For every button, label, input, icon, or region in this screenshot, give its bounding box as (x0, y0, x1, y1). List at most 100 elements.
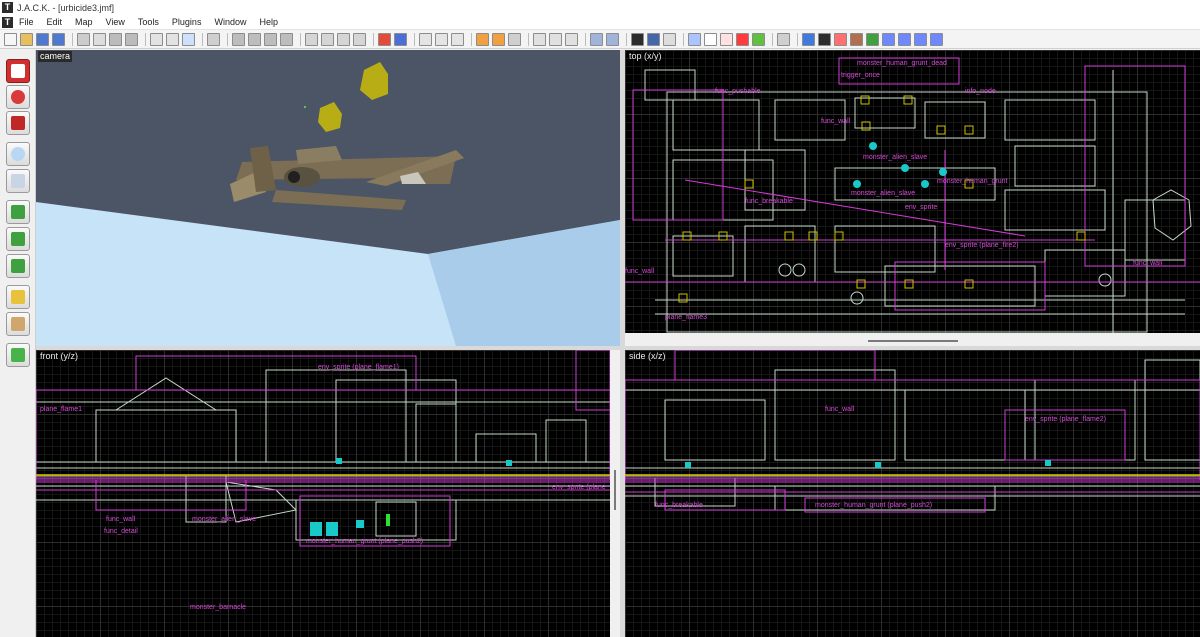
side-viewport[interactable]: side (x/z) env_sprite (plane_flame2) fun… (625, 350, 1200, 637)
ungroup-icon[interactable] (166, 32, 179, 46)
delete-icon[interactable] (565, 32, 578, 46)
align-right-icon[interactable] (248, 32, 261, 46)
document-menu-icon[interactable]: T (2, 16, 13, 28)
zoom-tool-icon[interactable] (777, 32, 790, 46)
single-view-icon[interactable] (663, 32, 676, 46)
menu-edit[interactable]: Edit (47, 17, 63, 27)
rotate-icon[interactable] (337, 32, 350, 46)
entity-tool-button[interactable] (6, 142, 30, 166)
ignore-groups-icon[interactable] (451, 32, 464, 46)
compile-run-icon[interactable] (802, 32, 815, 46)
copy-icon[interactable] (533, 32, 546, 46)
show-clip-icon[interactable] (914, 32, 927, 46)
save-icon[interactable] (36, 32, 49, 46)
paste-icon[interactable] (549, 32, 562, 46)
menu-tools[interactable]: Tools (138, 17, 159, 27)
select-all-icon[interactable] (419, 32, 432, 46)
flip-horizontal-icon[interactable] (305, 32, 318, 46)
move-to-world-icon[interactable] (394, 32, 407, 46)
show-trigger-icon[interactable] (930, 32, 943, 46)
entity-label: func_pushable (715, 88, 761, 95)
select-touching-icon[interactable] (435, 32, 448, 46)
menu-view[interactable]: View (106, 17, 125, 27)
camera-tool-button[interactable] (6, 111, 30, 135)
horizontal-splitter[interactable] (36, 346, 1200, 350)
side-viewport-label: side (x/z) (629, 351, 666, 361)
toggle-brushes-icon[interactable] (752, 32, 765, 46)
camera-icon (11, 116, 25, 130)
entity-label: monster_alien_slave (851, 190, 916, 197)
magnifier-icon (11, 90, 25, 104)
menu-map[interactable]: Map (75, 17, 93, 27)
toggle-skip-icon[interactable] (704, 32, 717, 46)
toggle-lock-icon[interactable] (720, 32, 733, 46)
3d-grid-icon[interactable] (93, 32, 106, 46)
menu-help[interactable]: Help (259, 17, 278, 27)
texture-apply-icon[interactable] (606, 32, 619, 46)
menu-window[interactable]: Window (214, 17, 246, 27)
menu-plugins[interactable]: Plugins (172, 17, 202, 27)
toolbar-separator (528, 32, 529, 46)
magnify-tool-button[interactable] (6, 85, 30, 109)
entity-label: func_wall (106, 516, 136, 523)
align-bottom-icon[interactable] (280, 32, 293, 46)
jack-editor-window: T J.A.C.K. - [urbicide3.jmf] T File Edit… (0, 0, 1200, 637)
decal-tool-button[interactable] (6, 254, 30, 278)
apply-texture-button[interactable] (6, 227, 30, 251)
group-icon[interactable] (150, 32, 163, 46)
toggle-entities-icon[interactable] (736, 32, 749, 46)
entity-label: func_breakable (745, 198, 793, 205)
check-problems-icon[interactable] (818, 32, 831, 46)
vertex-tool-button[interactable] (6, 312, 30, 336)
clipping-tool-button[interactable] (6, 285, 30, 309)
toolbar-separator (300, 32, 301, 46)
uv-lock-icon[interactable] (182, 32, 195, 46)
layers-icon (11, 290, 25, 304)
tie-to-entity-icon[interactable] (378, 32, 391, 46)
show-draw-icon[interactable] (882, 32, 895, 46)
path-tool-button[interactable] (6, 343, 30, 367)
carve-icon[interactable] (207, 32, 220, 46)
path-icon (11, 348, 25, 362)
entity-label: env_sprite (905, 204, 938, 211)
entity-label: func_wall (825, 406, 855, 413)
toolbar-separator (72, 32, 73, 46)
texture-tool-button[interactable] (6, 200, 30, 224)
camera-viewport[interactable]: camera (36, 50, 620, 346)
grid-toggle-icon[interactable] (77, 32, 90, 46)
texture-browser-icon[interactable] (590, 32, 603, 46)
scale-icon[interactable] (353, 32, 366, 46)
grid-smaller-icon[interactable] (109, 32, 122, 46)
toolbar-separator (373, 32, 374, 46)
entity-cube-top (360, 62, 388, 100)
menu-file[interactable]: File (19, 17, 34, 27)
top-viewport[interactable]: top (x/y) monster_human_grunt_dead trigg… (625, 50, 1200, 333)
toolbar-separator (626, 32, 627, 46)
clip-icon[interactable] (508, 32, 521, 46)
new-file-icon[interactable] (4, 32, 17, 46)
align-top-icon[interactable] (264, 32, 277, 46)
top-view-scrollbar[interactable] (868, 340, 958, 342)
align-left-icon[interactable] (232, 32, 245, 46)
grid-larger-icon[interactable] (125, 32, 138, 46)
flip-vertical-icon[interactable] (321, 32, 334, 46)
open-file-icon[interactable] (20, 32, 33, 46)
prefab-library-icon[interactable] (866, 32, 879, 46)
hollow-icon[interactable] (476, 32, 489, 46)
save-as-icon[interactable] (52, 32, 65, 46)
entity-label: trigger_once (841, 72, 880, 79)
selection-tool-button[interactable] (6, 59, 30, 83)
toggle-textures-icon[interactable] (688, 32, 701, 46)
make-prism-icon[interactable] (492, 32, 505, 46)
map-info-icon[interactable] (850, 32, 863, 46)
wireframe-view-icon[interactable] (631, 32, 644, 46)
3d-view-icon[interactable] (647, 32, 660, 46)
block-tool-button[interactable] (6, 169, 30, 193)
entity-marker (304, 106, 306, 108)
front-viewport[interactable]: front (y/z) env_sprite (plane_flame1) pl… (36, 350, 610, 637)
entity-report-icon[interactable] (834, 32, 847, 46)
jack-app-icon: T (2, 2, 13, 13)
show-hint-icon[interactable] (898, 32, 911, 46)
front-view-scrollbar[interactable] (614, 470, 616, 510)
vertical-splitter[interactable] (620, 50, 625, 637)
